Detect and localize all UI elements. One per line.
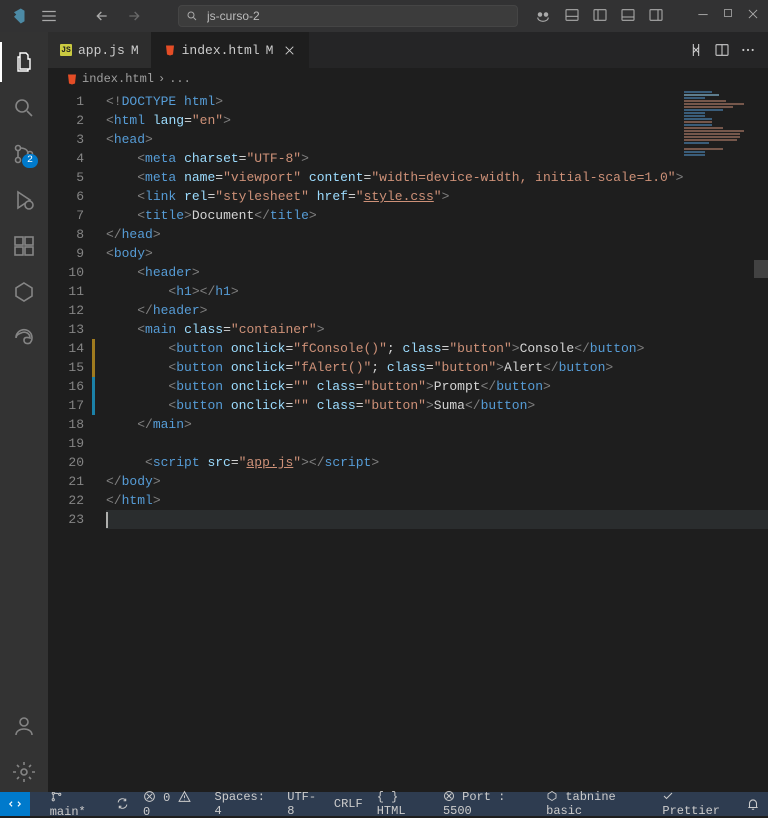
- scm-badge: 2: [22, 154, 38, 168]
- breadcrumb-file: index.html: [82, 72, 154, 86]
- minimize-icon[interactable]: [696, 7, 710, 25]
- layout-sidebar-left-icon[interactable]: [592, 7, 608, 25]
- breadcrumb-sep: ›: [158, 72, 165, 86]
- notifications-icon[interactable]: [746, 797, 760, 811]
- more-actions-icon[interactable]: [740, 42, 756, 58]
- activity-accounts[interactable]: [0, 706, 48, 746]
- activity-source-control[interactable]: 2: [0, 134, 48, 174]
- activity-explorer[interactable]: [0, 42, 48, 82]
- status-bar: main* 0 0 Spaces: 4 UTF-8 CRLF { } HTML …: [0, 792, 768, 816]
- compare-changes-icon[interactable]: [688, 42, 704, 58]
- activity-tabnine[interactable]: [0, 272, 48, 312]
- close-tab-icon[interactable]: [283, 44, 296, 57]
- vertical-scrollbar[interactable]: [754, 90, 768, 792]
- html-file-icon: [66, 73, 78, 85]
- activity-search[interactable]: [0, 88, 48, 128]
- title-bar: [0, 0, 768, 32]
- status-sync[interactable]: [116, 797, 129, 812]
- layout-panel-icon[interactable]: [564, 7, 580, 25]
- split-editor-icon[interactable]: [714, 42, 730, 58]
- main-area: 2 JS app.js Mindex.html M index.html › ..…: [0, 32, 768, 792]
- status-problems[interactable]: 0 0: [143, 790, 201, 818]
- activity-run-debug[interactable]: [0, 180, 48, 220]
- minimap[interactable]: [684, 90, 754, 150]
- tab-app-js[interactable]: JS app.js M: [48, 32, 152, 68]
- activity-edge-icon[interactable]: [0, 318, 48, 358]
- search-input[interactable]: [178, 5, 518, 27]
- tab-modified: M: [131, 43, 139, 58]
- forward-icon[interactable]: [126, 8, 142, 24]
- layout-sidebar-right-icon[interactable]: [648, 7, 664, 25]
- status-encoding[interactable]: UTF-8: [287, 790, 320, 818]
- status-spaces[interactable]: Spaces: 4: [215, 790, 274, 818]
- vscode-logo-icon: [8, 7, 32, 25]
- editor-group: JSapp.js Mindex.html M index.html › ... …: [48, 32, 768, 792]
- back-icon[interactable]: [94, 8, 110, 24]
- js-file-icon: JS: [60, 44, 72, 56]
- tab-modified: M: [266, 43, 274, 58]
- tab-label: index.html: [182, 43, 260, 58]
- activity-bar: 2: [0, 32, 48, 792]
- menu-icon[interactable]: [40, 7, 58, 25]
- activity-settings[interactable]: [0, 752, 48, 792]
- tab-bar: JS app.js Mindex.html M: [48, 32, 768, 68]
- scrollbar-thumb[interactable]: [754, 260, 768, 278]
- status-branch[interactable]: main*: [50, 790, 102, 818]
- status-prettier[interactable]: Prettier: [662, 790, 732, 818]
- tab-index-html[interactable]: index.html M: [152, 32, 310, 68]
- layout-panel-bottom-icon[interactable]: [620, 7, 636, 25]
- line-gutter: 1234567891011121314151617181920212223: [48, 90, 98, 792]
- code-content[interactable]: <!DOCTYPE html><html lang="en"><head> <m…: [98, 90, 768, 792]
- breadcrumb-rest: ...: [169, 72, 191, 86]
- html-file-icon: [164, 44, 176, 56]
- maximize-icon[interactable]: [722, 7, 734, 25]
- status-eol[interactable]: CRLF: [334, 797, 363, 811]
- command-center[interactable]: [178, 5, 518, 27]
- status-port[interactable]: Port : 5500: [443, 790, 532, 818]
- activity-extensions[interactable]: [0, 226, 48, 266]
- breadcrumb[interactable]: index.html › ...: [48, 68, 768, 90]
- copilot-icon[interactable]: [534, 7, 552, 25]
- tab-label: app.js: [78, 43, 125, 58]
- code-editor[interactable]: 1234567891011121314151617181920212223 <!…: [48, 90, 768, 792]
- remote-indicator[interactable]: [0, 792, 30, 816]
- close-window-icon[interactable]: [746, 7, 760, 25]
- search-icon: [186, 10, 198, 22]
- status-tabnine[interactable]: tabnine basic: [546, 790, 648, 818]
- status-language[interactable]: { } HTML: [377, 790, 429, 818]
- nav-arrows: [94, 8, 142, 24]
